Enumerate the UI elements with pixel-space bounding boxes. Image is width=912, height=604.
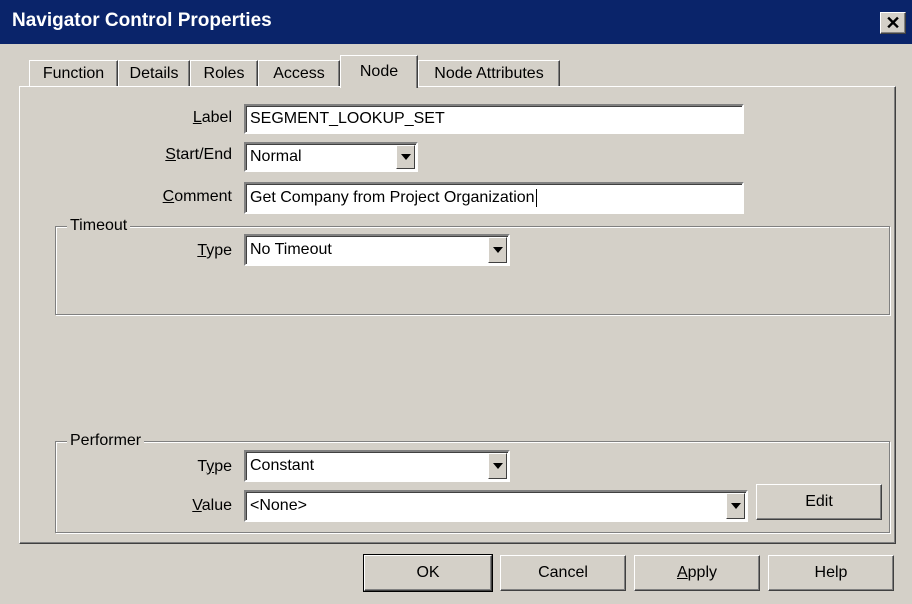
cancel-button[interactable]: Cancel bbox=[500, 555, 626, 591]
chevron-down-icon bbox=[730, 503, 741, 509]
chevron-down-icon bbox=[492, 247, 503, 253]
text-caret bbox=[535, 189, 537, 207]
startend-caption: Start/End bbox=[165, 146, 232, 163]
timeout-dropdown-button[interactable] bbox=[488, 237, 507, 263]
apply-button[interactable]: Apply bbox=[634, 555, 760, 591]
performer-type-value: Constant bbox=[250, 457, 315, 474]
edit-button[interactable]: Edit bbox=[756, 484, 882, 520]
performer-value-dropdown-button[interactable] bbox=[726, 493, 745, 519]
tab-function[interactable]: Function bbox=[29, 60, 118, 86]
comment-caption: Comment bbox=[162, 188, 232, 205]
performer-value-caption: Value bbox=[192, 497, 232, 514]
performer-value-value: <None> bbox=[250, 497, 307, 514]
startend-value: Normal bbox=[250, 148, 302, 165]
tab-access[interactable]: Access bbox=[258, 60, 340, 86]
close-icon: ✕ bbox=[885, 13, 901, 33]
startend-dropdown-button[interactable] bbox=[396, 145, 415, 169]
timeout-type-select[interactable]: No Timeout bbox=[244, 234, 510, 266]
timeout-type-value: No Timeout bbox=[250, 241, 332, 258]
tab-node[interactable]: Node bbox=[340, 55, 418, 88]
label-caption: Label bbox=[192, 109, 232, 126]
chevron-down-icon bbox=[492, 463, 503, 469]
tab-roles[interactable]: Roles bbox=[190, 60, 258, 86]
close-button[interactable]: ✕ bbox=[880, 12, 906, 34]
ok-button[interactable]: OK bbox=[363, 554, 493, 592]
timeout-type-caption: Type bbox=[197, 242, 232, 259]
tab-node-attributes[interactable]: Node Attributes bbox=[418, 60, 560, 86]
tab-details[interactable]: Details bbox=[118, 60, 190, 86]
startend-select[interactable]: Normal bbox=[244, 142, 418, 172]
performer-legend: Performer bbox=[67, 432, 145, 450]
performer-value-select[interactable]: <None> bbox=[244, 490, 748, 522]
comment-input[interactable]: Get Company from Project Organization bbox=[244, 182, 744, 214]
performer-type-dropdown-button[interactable] bbox=[488, 453, 507, 479]
window-title: Navigator Control Properties bbox=[12, 10, 272, 31]
timeout-legend: Timeout bbox=[67, 217, 131, 235]
label-input[interactable]: SEGMENT_LOOKUP_SET bbox=[244, 104, 744, 134]
performer-type-select[interactable]: Constant bbox=[244, 450, 510, 482]
comment-value: Get Company from Project Organization bbox=[250, 189, 535, 206]
help-button[interactable]: Help bbox=[768, 555, 894, 591]
chevron-down-icon bbox=[400, 154, 411, 160]
performer-type-caption: Type bbox=[197, 458, 232, 475]
